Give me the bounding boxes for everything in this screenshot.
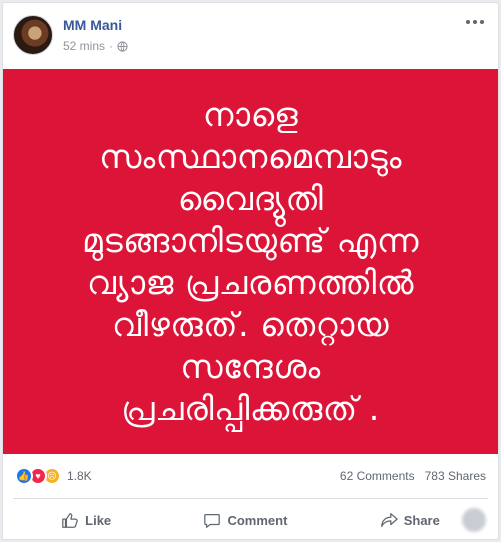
image-line: സന്ദേശം [180,346,321,386]
viewer-avatar[interactable] [462,508,486,532]
post-card: MM Mani 52 mins · നാളെ സംസ്ഥാനമെമ്പാടും … [2,2,499,540]
image-line: വൈദ്യുതി [177,178,324,218]
post-actions: Like Comment Share [3,500,498,540]
share-label: Share [403,512,440,528]
post-stats: 👍 ♥ ☹ 1.8K 62 Comments 783 Shares [3,456,498,496]
image-line: നാളെ [202,94,299,134]
shares-count[interactable]: 783 Shares [425,469,486,483]
comment-button[interactable]: Comment [191,505,299,535]
stats-divider [13,498,488,499]
post-time[interactable]: 52 mins [63,39,105,53]
post-image[interactable]: നാളെ സംസ്ഥാനമെമ്പാടും വൈദ്യുതി മുടങ്ങാനി… [3,69,498,454]
image-line: സംസ്ഥാനമെമ്പാടും [99,136,402,176]
author-name[interactable]: MM Mani [63,17,122,33]
globe-icon [117,40,128,52]
more-options-icon[interactable] [466,17,484,27]
reactions-count[interactable]: 1.8K [67,469,92,483]
comment-label: Comment [227,512,288,528]
reactions-summary[interactable]: 👍 ♥ ☹ 1.8K [15,467,92,485]
thumbs-up-icon [62,513,78,528]
image-line: പ്രചരിപ്പിക്കരുത് . [121,388,380,428]
like-label: Like [85,512,112,528]
image-line: മുടങ്ങാനിടയുണ്ട് എന്ന [82,220,419,260]
author-avatar[interactable] [13,15,53,55]
engagement-counts: 62 Comments 783 Shares [340,469,486,483]
post-meta: 52 mins · [63,39,128,53]
comment-icon [204,513,221,528]
comments-count[interactable]: 62 Comments [340,469,415,483]
meta-separator: · [109,39,114,53]
like-reaction-icon: 👍 [15,467,33,485]
image-line: വീഴരുത്. തെറ്റായ [111,304,390,344]
like-button[interactable]: Like [49,505,123,535]
share-arrow-icon [380,513,398,527]
post-header: MM Mani 52 mins · [3,3,498,69]
image-line: വ്യാജ പ്രചരണത്തിൽ [87,262,414,302]
share-button[interactable]: Share [368,505,452,535]
post-image-text: നാളെ സംസ്ഥാനമെമ്പാടും വൈദ്യുതി മുടങ്ങാനി… [31,94,471,430]
